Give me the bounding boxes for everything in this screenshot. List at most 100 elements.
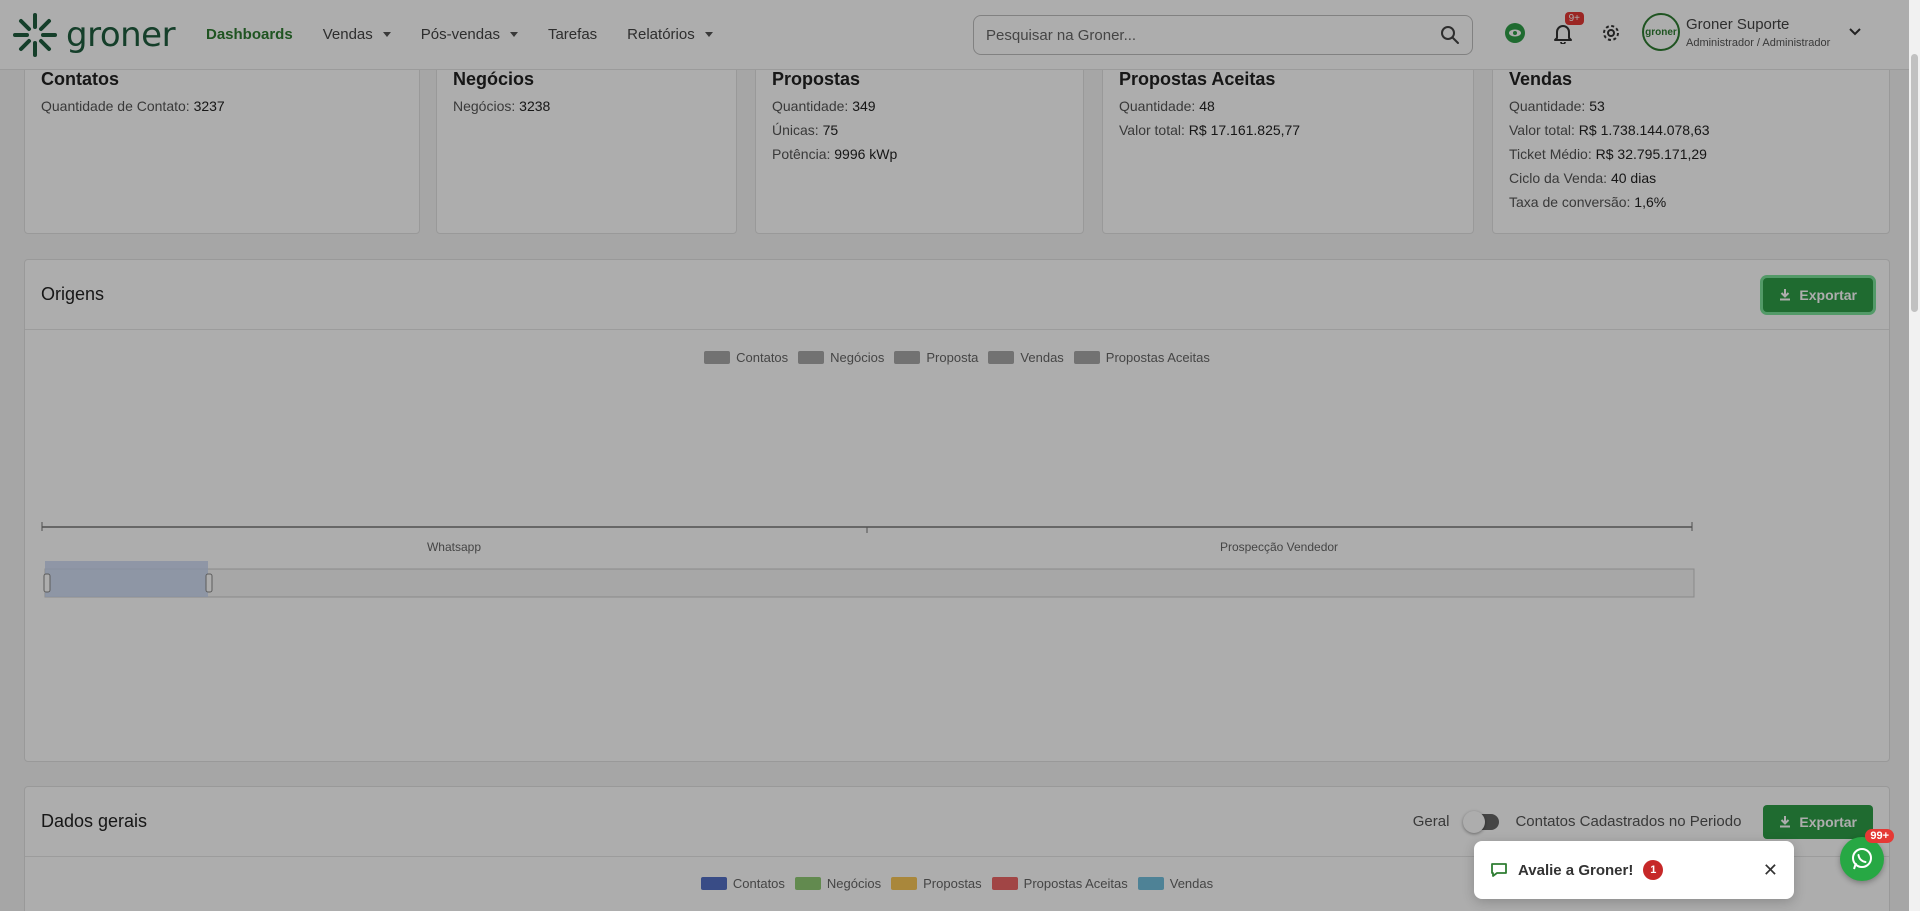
notifications-badge: 9+ [1564,12,1584,25]
legend-label: Negócios [830,350,885,365]
vendas-line: Quantidade: 53 [1509,98,1873,114]
nav-tarefas-label: Tarefas [547,26,598,43]
propostas-aceitas-card: Propostas Aceitas Quantidade: 48 Valor t… [1102,58,1474,234]
chevron-down-icon[interactable] [1848,27,1862,37]
legend-label: Vendas [1169,876,1214,891]
whatsapp-icon [1852,848,1872,870]
line-value: 48 [1199,98,1215,114]
whatsapp-button[interactable]: 99+ [1840,829,1894,881]
line-label: Ciclo da Venda: [1509,170,1608,186]
propostas-title: Propostas [772,69,861,89]
notifications-button[interactable]: 9+ [1548,12,1584,48]
close-icon[interactable]: ✕ [1763,860,1778,881]
legend-item[interactable]: Vendas [1137,876,1214,891]
eye-toggle-button[interactable] [1500,18,1530,48]
search-box [973,15,1473,55]
legend-label: Propostas Aceitas [1105,350,1210,365]
period-toggle[interactable] [1463,810,1500,833]
dados-gerais-title: Dados gerais [41,811,148,831]
legend-item[interactable]: Negócios [798,350,884,365]
nav-dashboards[interactable]: Dashboards [206,26,293,43]
x-category-label: Whatsapp [427,540,481,554]
groner-logo[interactable]: groner [12,12,192,58]
main-menu: Dashboards Vendas Pós-vendas Tarefas Rel… [206,26,713,43]
legend-item[interactable]: Vendas [988,350,1064,365]
toggle-right-label: Contatos Cadastrados no Periodo [1515,813,1742,830]
legend-swatch [798,351,825,364]
chat-bubble-icon [1491,863,1507,877]
nav-vendas-label: Vendas [322,26,373,43]
line-value: 3238 [519,98,551,114]
x-category-label: Prospecção Vendedor [1220,540,1338,554]
line-label: Únicas: [772,122,819,138]
user-menu[interactable]: groner Groner Suporte Administrador / Ad… [1642,13,1862,51]
legend-label: Propostas Aceitas [1023,876,1128,891]
settings-button[interactable] [1596,18,1626,48]
toggle-left-label: Geral [1412,813,1450,830]
bell-icon [1554,25,1572,44]
export-label: Exportar [1799,813,1857,830]
legend-swatch [794,877,821,890]
legend-item[interactable]: Propostas Aceitas [991,876,1128,891]
top-navbar: groner Dashboards Vendas Pós-vendas Tare… [0,0,1920,70]
origens-header: Origens Exportar [25,260,1889,330]
line-label: Potência: [772,146,831,162]
eye-icon [1505,23,1525,43]
line-label: Valor total: [1119,122,1185,138]
nav-pos-vendas-label: Pós-vendas [420,26,500,43]
line-label: Quantidade: [1509,98,1586,114]
legend-label: Contatos [732,876,785,891]
legend-item[interactable]: Proposta [894,350,978,365]
nav-pos-vendas[interactable]: Pós-vendas [421,26,518,43]
legend-label: Contatos [736,350,789,365]
nav-vendas[interactable]: Vendas [323,26,391,43]
user-info: Groner Suporte Administrador / Administr… [1686,16,1830,49]
legend-item[interactable]: Contatos [700,876,785,891]
rating-toast[interactable]: Avalie a Groner! 1 ✕ [1474,841,1794,899]
toast-text: Avalie a Groner! [1518,861,1634,879]
line-label: Negócios: [453,98,516,114]
sunburst-icon [13,12,57,57]
line-value: 9996 kWp [834,146,898,162]
nav-tarefas[interactable]: Tarefas [548,26,597,43]
line-label: Quantidade de Contato: [41,98,190,114]
line-value: R$ 17.161.825,77 [1188,122,1301,138]
zoom-slider-track [44,568,1695,598]
legend-item[interactable]: Negócios [794,876,882,891]
legend-label: Proposta [926,350,979,365]
line-value: 75 [822,122,839,138]
propostas-line: Potência: 9996 kWp [772,146,1067,162]
vendas-line: Ciclo da Venda: 40 dias [1509,170,1873,186]
negocios-card: Negócios Negócios: 3238 [436,58,737,234]
legend-item[interactable]: Propostas [891,876,982,891]
legend-swatch [700,877,727,890]
line-value: 349 [852,98,876,114]
line-label: Taxa de conversão: [1509,194,1631,210]
propostas-line: Únicas: 75 [772,122,1067,138]
origens-title: Origens [41,284,105,304]
propostas-card: Propostas Quantidade: 349 Únicas: 75 Pot… [755,58,1084,234]
page-scrollbar[interactable] [1909,0,1920,911]
legend-swatch [991,877,1018,890]
nav-relatorios[interactable]: Relatórios [627,26,713,43]
negocios-title: Negócios [453,69,535,89]
dados-gerais-export-button[interactable]: Exportar [1763,804,1873,839]
line-label: Quantidade: [772,98,849,114]
line-value: 40 dias [1610,170,1657,186]
search-icon[interactable] [1440,25,1460,45]
contatos-card: Contatos Quantidade de Contato: 3237 [24,58,420,234]
origens-export-button[interactable]: Exportar [1763,277,1873,312]
nav-icon-group: 9+ [1500,12,1626,48]
line-label: Valor total: [1509,122,1575,138]
vendas-card: Vendas Quantidade: 53 Valor total: R$ 1.… [1492,58,1890,234]
legend-item[interactable]: Propostas Aceitas [1073,350,1210,365]
legend-swatch [704,351,731,364]
nav-relatorios-label: Relatórios [627,26,695,43]
download-icon [1780,816,1791,828]
line-value: 3237 [193,98,225,114]
scrollbar-thumb[interactable] [1911,54,1918,312]
legend-label: Negócios [826,876,882,891]
legend-item[interactable]: Contatos [704,350,788,365]
caret-down-icon [704,32,713,37]
search-input[interactable] [986,26,1440,44]
